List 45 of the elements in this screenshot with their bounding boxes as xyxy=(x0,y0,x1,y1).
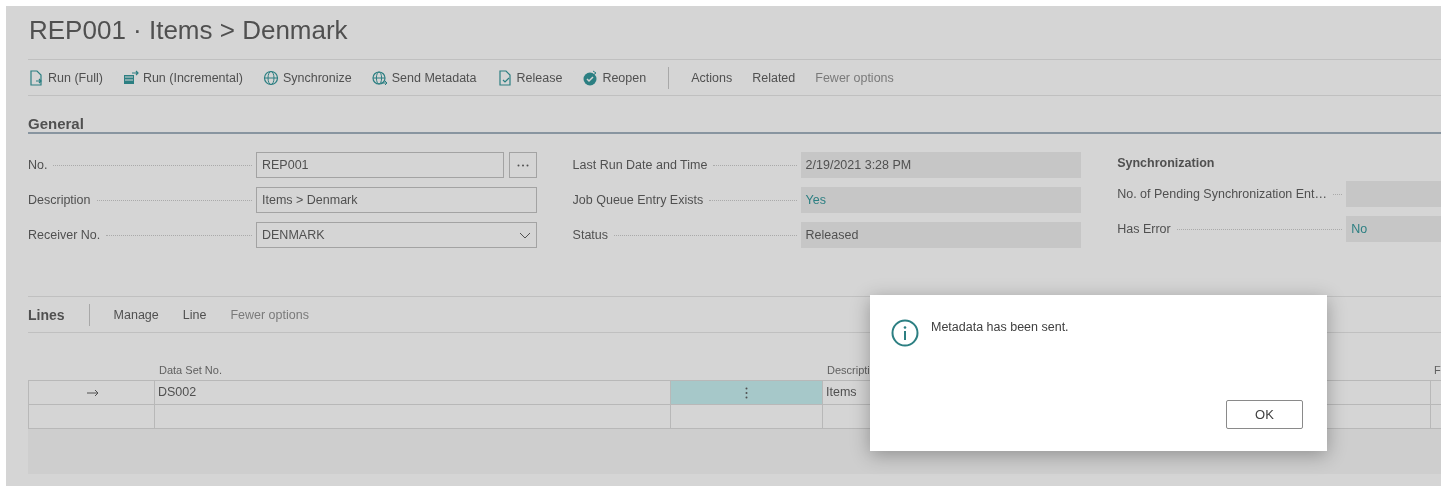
section-heading: Lines xyxy=(28,306,65,323)
field-label: Description xyxy=(28,193,91,207)
toolbar-button[interactable]: Release xyxy=(496,69,563,86)
field-value: 2/19/2021 3:28 PM xyxy=(800,152,1082,178)
field-label: Status xyxy=(572,228,609,242)
menu-button[interactable]: Actions xyxy=(691,70,733,85)
toolbar-button[interactable]: Reopen xyxy=(582,69,647,86)
field-label: Has Error xyxy=(1117,222,1171,236)
field-label: Receiver No. xyxy=(28,228,101,242)
toolbar-button[interactable]: Send Metadata xyxy=(371,69,477,86)
menu-button[interactable]: Line xyxy=(182,307,207,322)
ok-button[interactable]: OK xyxy=(1226,400,1303,429)
menu-button[interactable]: Related xyxy=(752,70,796,85)
ellipsis-icon xyxy=(516,163,529,167)
field-label: No. xyxy=(28,158,48,172)
column-header: Data Set No. xyxy=(159,364,222,376)
toolbar-button[interactable]: Run (Incremental) xyxy=(122,69,243,86)
check-circle-icon xyxy=(582,69,599,86)
section-heading: General xyxy=(28,96,1441,134)
more-vertical-icon[interactable] xyxy=(745,386,748,399)
field-label: Job Queue Entry Exists xyxy=(572,193,704,207)
globe-icon xyxy=(371,69,388,86)
group-heading: Synchronization xyxy=(1117,155,1216,172)
dialog-message: Metadata has been sent. xyxy=(931,320,1069,334)
field-value: Yes xyxy=(800,187,1082,213)
menu-button[interactable]: Fewer options xyxy=(815,70,894,85)
field-value: No xyxy=(1346,216,1441,242)
input-field[interactable]: REP001 xyxy=(256,152,504,178)
menu-button[interactable]: Manage xyxy=(113,307,159,322)
dropdown-field[interactable]: DENMARK xyxy=(256,222,537,248)
globe-icon xyxy=(262,69,279,86)
column-header: Descripti xyxy=(827,364,870,376)
document-check-icon xyxy=(496,69,513,86)
page-title: REP001 · Items > Denmark xyxy=(28,14,349,47)
chevron-down-icon xyxy=(518,231,531,239)
toolbar-button[interactable]: Synchronize xyxy=(262,69,352,86)
column-header: F xyxy=(1434,364,1441,376)
document-icon xyxy=(28,69,44,86)
toolbar-button[interactable]: Run (Full) xyxy=(28,69,103,86)
menu-button[interactable]: Fewer options xyxy=(230,307,309,322)
field-value: Released xyxy=(800,222,1082,248)
field-label: Last Run Date and Time xyxy=(572,158,708,172)
input-field[interactable]: Items > Denmark xyxy=(256,187,537,213)
field-label: No. of Pending Synchronization Ent… xyxy=(1117,187,1328,201)
info-icon xyxy=(891,319,919,347)
